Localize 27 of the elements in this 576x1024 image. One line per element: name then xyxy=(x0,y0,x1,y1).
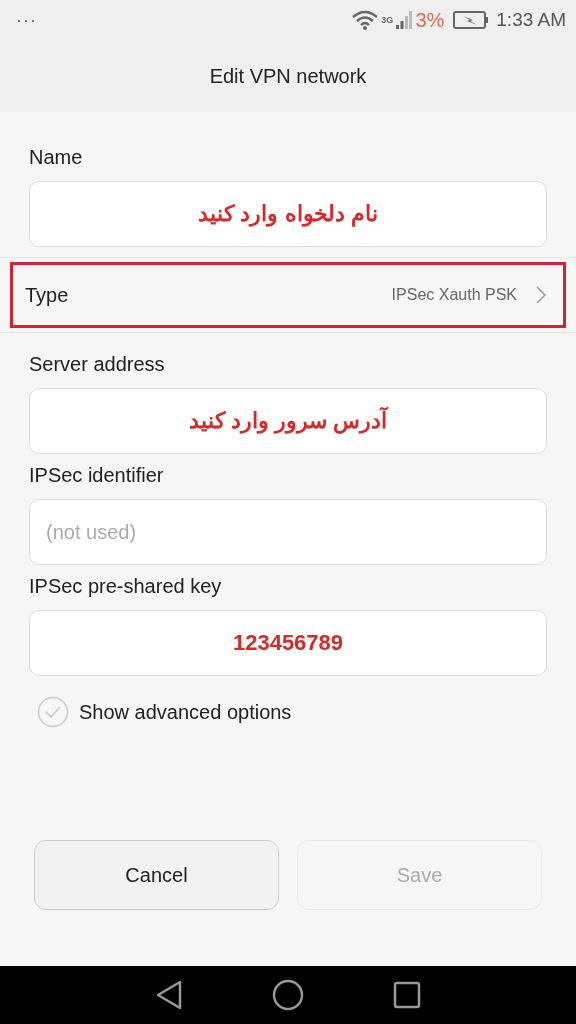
wifi-icon xyxy=(352,10,379,30)
input-field[interactable]: 123456789 xyxy=(29,610,547,676)
overflow-menu-icon[interactable]: ··· xyxy=(16,9,37,31)
field-placeholder: (not used) xyxy=(46,520,137,544)
battery-charging-icon xyxy=(453,10,490,30)
home-icon[interactable] xyxy=(272,979,304,1011)
network-type-label: 3G xyxy=(381,14,394,25)
field-label: IPSec pre-shared key xyxy=(29,575,223,598)
field-label: Server address xyxy=(29,353,166,376)
input-field[interactable]: آدرس سرور وارد کنید xyxy=(29,388,547,454)
field-label: Name xyxy=(29,146,84,169)
signal-icon xyxy=(396,10,413,30)
screen-title: Edit VPN network xyxy=(0,40,576,112)
input-field[interactable]: نام دلخواه وارد کنید xyxy=(29,181,547,247)
dialog-button[interactable]: Cancel xyxy=(34,840,279,910)
status-time: 1:33 AM xyxy=(496,9,566,31)
field-value: آدرس سرور وارد کنید xyxy=(188,408,388,434)
field-value: 123456789 xyxy=(232,630,344,656)
checkbox-label: Show advanced options xyxy=(79,700,292,724)
battery-percentage: 3% xyxy=(415,8,445,32)
field-label: IPSec identifier xyxy=(29,464,165,487)
chevron-right-icon xyxy=(535,285,547,305)
back-icon[interactable] xyxy=(154,980,183,1010)
type-selector-row[interactable]: Type IPSec Xauth PSK xyxy=(10,262,566,328)
recent-apps-icon[interactable] xyxy=(393,981,422,1009)
checkbox[interactable] xyxy=(37,696,69,728)
field-value: نام دلخواه وارد کنید xyxy=(198,201,378,227)
